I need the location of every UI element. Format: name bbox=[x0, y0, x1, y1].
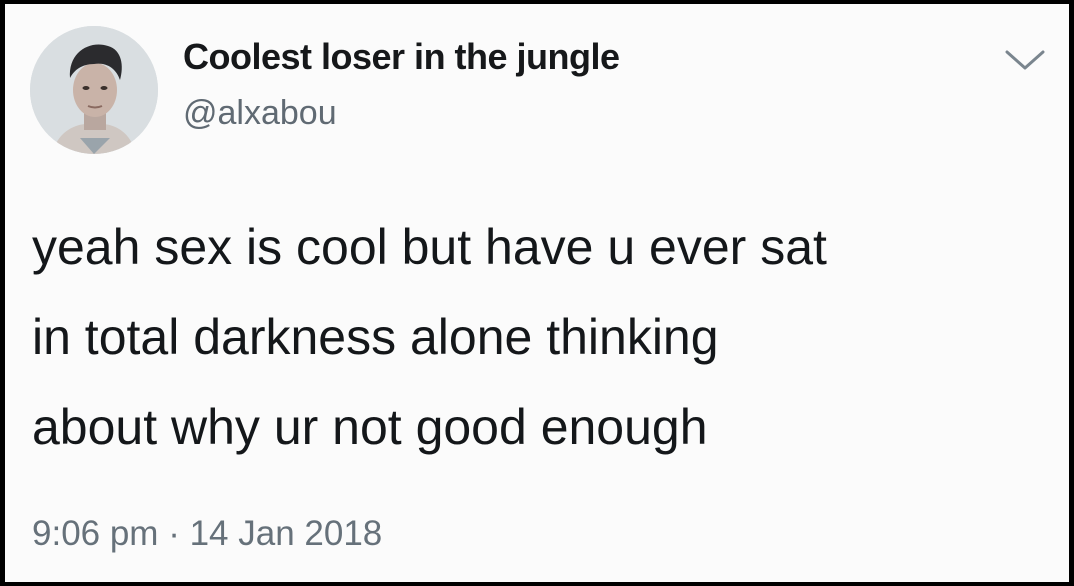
tweet-text-line: about why ur not good enough bbox=[32, 399, 708, 455]
tweet-date: 14 Jan 2018 bbox=[189, 514, 383, 553]
tweet-text-line: yeah sex is cool but have u ever sat bbox=[32, 219, 827, 275]
timestamp-separator: · bbox=[168, 514, 180, 553]
chevron-down-icon[interactable] bbox=[1003, 46, 1047, 74]
tweet-text-line: in total darkness alone thinking bbox=[32, 309, 719, 365]
tweet-card: Coolest loser in the jungle @alxabou yea… bbox=[5, 4, 1069, 582]
tweet-time: 9:06 pm bbox=[32, 514, 159, 553]
user-handle[interactable]: @alxabou bbox=[183, 94, 337, 133]
tweet-timestamp[interactable]: 9:06 pm · 14 Jan 2018 bbox=[32, 514, 382, 554]
tweet-text: yeah sex is cool but have u ever sat in … bbox=[32, 202, 1042, 472]
avatar-photo-icon bbox=[30, 26, 158, 154]
display-name[interactable]: Coolest loser in the jungle bbox=[183, 36, 620, 78]
avatar[interactable] bbox=[30, 26, 158, 154]
